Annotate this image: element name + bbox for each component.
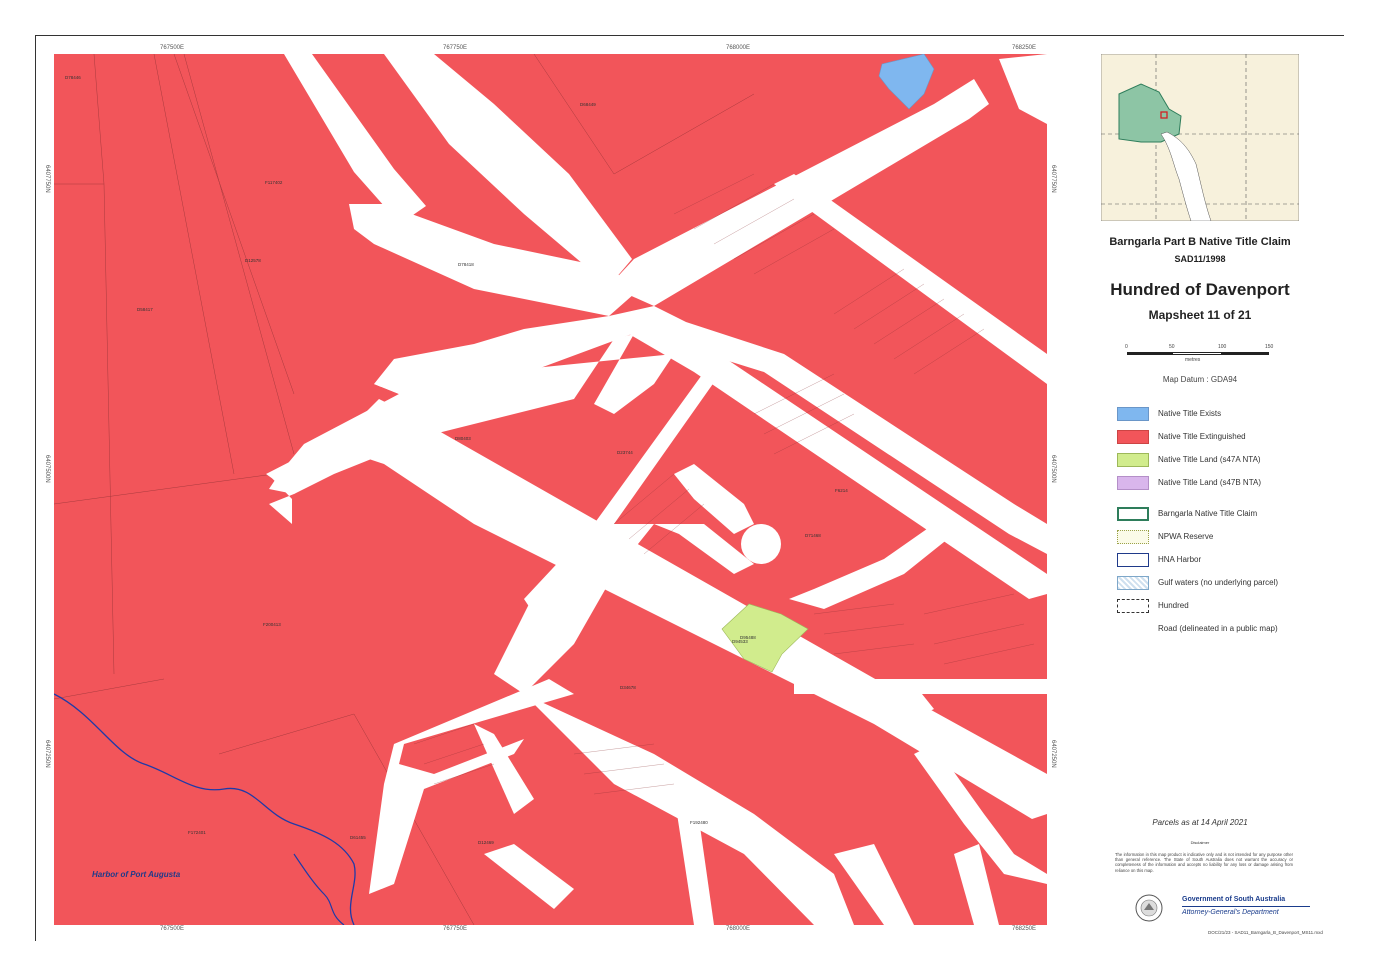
grid-label-top-2: 767750E — [443, 45, 468, 51]
legend-label: Gulf waters (no underlying parcel) — [1158, 578, 1279, 587]
parcel-label: D78446 — [65, 75, 81, 80]
parcels-date: Parcels as at 14 April 2021 — [1152, 818, 1248, 827]
scale-bar: 0 50 100 150 metres — [1125, 344, 1273, 364]
state-seal-icon — [1135, 894, 1163, 922]
scale-tick-label: 150 — [1265, 344, 1274, 350]
claim-title: Barngarla Part B Native Title Claim — [1109, 236, 1291, 248]
scale-tick-label: 50 — [1169, 344, 1175, 350]
scale-tick-label: 0 — [1125, 344, 1128, 350]
parcel-label: D68449 — [580, 102, 596, 107]
government-divider — [1182, 906, 1310, 907]
grid-label-bottom-4: 768250E — [1012, 926, 1037, 932]
map-datum: Map Datum : GDA94 — [1162, 375, 1238, 384]
file-reference: DOC/21/23 - SAD11_Barngarla_B_Davenport_… — [1208, 930, 1323, 935]
parcel-label: D71468 — [805, 533, 821, 538]
legend-swatch — [1117, 622, 1149, 636]
parcel-label: D78418 — [458, 262, 474, 267]
grid-label-bottom-2: 767750E — [443, 926, 468, 932]
scale-tick-label: 100 — [1218, 344, 1227, 350]
legend-swatch — [1117, 599, 1149, 613]
grid-label-top-1: 767500E — [160, 45, 185, 51]
legend-item-s47b: Native Title Land (s47B NTA) — [1117, 476, 1317, 492]
parcel-label: D80403 — [455, 436, 471, 441]
parcel-label: F200413 — [263, 622, 281, 627]
map-canvas[interactable] — [54, 54, 1047, 925]
legend-swatch — [1117, 507, 1149, 521]
legend-swatch — [1117, 530, 1149, 544]
grid-label-bottom-3: 768000E — [726, 926, 751, 932]
legend-label: Barngarla Native Title Claim — [1158, 509, 1258, 518]
legend-label: NPWA Reserve — [1158, 532, 1214, 541]
mapsheet-number: Mapsheet 11 of 21 — [1148, 308, 1252, 322]
parcel-label: F172401 — [188, 830, 206, 835]
legend-swatch — [1117, 476, 1149, 490]
government-logo-block: Government of South Australia Attorney-G… — [1134, 893, 1310, 923]
grid-label-right-3: 6407250N — [1050, 740, 1056, 768]
parcel-label: F192480 — [690, 820, 708, 825]
scale-segment — [1221, 352, 1269, 355]
legend-item-hundred: Hundred — [1117, 599, 1317, 615]
legend-item-native-title-extinguished: Native Title Extinguished — [1117, 430, 1317, 446]
grid-label-top-3: 768000E — [726, 45, 751, 51]
parcel-label: D58417 — [137, 307, 153, 312]
harbor-label: Harbor of Port Augusta — [92, 870, 181, 879]
government-name: Government of South Australia — [1182, 896, 1286, 903]
parcel-label: D23744 — [617, 450, 633, 455]
legend-label: Native Title Exists — [1158, 409, 1222, 418]
legend-label: Native Title Land (s47B NTA) — [1158, 478, 1262, 487]
parcel-label: D34678 — [620, 685, 636, 690]
inset-locator-map — [1101, 54, 1299, 221]
scale-unit: metres — [1185, 357, 1201, 363]
scale-segment — [1173, 352, 1221, 355]
legend-item-road: Road (delineated in a public map) — [1117, 622, 1317, 638]
legend-swatch — [1117, 553, 1149, 567]
grid-label-left-2: 6407500N — [44, 455, 50, 483]
grid-label-right-1: 6407750N — [1050, 165, 1056, 193]
claim-id: SAD11/1998 — [1174, 254, 1226, 264]
legend-item-claim: Barngarla Native Title Claim — [1117, 507, 1317, 523]
parcel-label: D12469 — [478, 840, 494, 845]
disclaimer-text: The information in this map product is i… — [1115, 852, 1293, 873]
parcel-label: F6214 — [835, 488, 848, 493]
legend-swatch — [1117, 453, 1149, 467]
grid-label-top-4: 768250E — [1012, 45, 1037, 51]
parcel-label: D61455 — [350, 835, 366, 840]
legend-item-native-title-exists: Native Title Exists — [1117, 407, 1317, 423]
parcel-label: D12578 — [245, 258, 261, 263]
department-name: Attorney-General's Department — [1182, 909, 1279, 916]
legend-swatch — [1117, 576, 1149, 590]
legend-label: Native Title Land (s47A NTA) — [1158, 455, 1261, 464]
parcel-label: F117402 — [265, 180, 283, 185]
grid-label-right-2: 6407500N — [1050, 455, 1056, 483]
legend-item-s47a: Native Title Land (s47A NTA) — [1117, 453, 1317, 469]
parcel-label: D94533 — [732, 639, 748, 644]
scale-segment — [1127, 352, 1173, 355]
legend-label: Hundred — [1158, 601, 1189, 610]
disclaimer-title: Disclaimer — [1190, 840, 1210, 845]
legend-label: HNA Harbor — [1158, 555, 1202, 564]
grid-label-left-1: 6407750N — [44, 165, 50, 193]
legend-item-hna-harbor: HNA Harbor — [1117, 553, 1317, 569]
grid-label-bottom-1: 767500E — [160, 926, 185, 932]
legend-item-gulf-waters: Gulf waters (no underlying parcel) — [1117, 576, 1317, 592]
legend-swatch — [1117, 430, 1149, 444]
grid-label-left-3: 6407250N — [44, 740, 50, 768]
hundred-title: Hundred of Davenport — [1110, 280, 1290, 299]
legend-item-npwa-reserve: NPWA Reserve — [1117, 530, 1317, 546]
legend-swatch — [1117, 407, 1149, 421]
legend-label: Native Title Extinguished — [1158, 432, 1246, 441]
legend-label: Road (delineated in a public map) — [1158, 624, 1278, 633]
